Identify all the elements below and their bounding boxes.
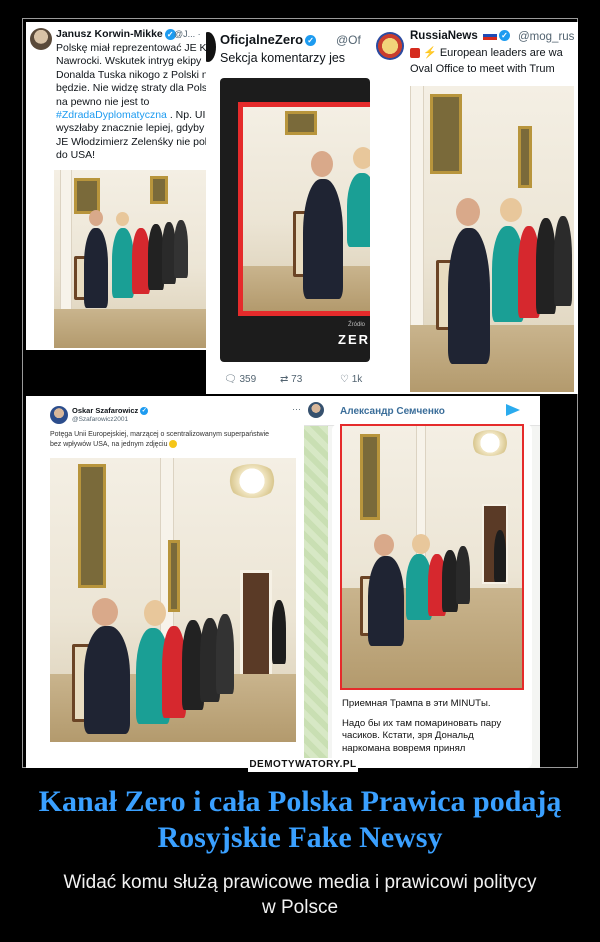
source-label: Źródło bbox=[348, 322, 366, 328]
verified-icon: ✓ bbox=[305, 35, 317, 47]
tweet-handle: @J... · bbox=[174, 29, 201, 39]
chat-background bbox=[304, 396, 328, 768]
emoji-icon bbox=[169, 440, 178, 449]
tweet-username[interactable]: OficjalneZero ✓ bbox=[220, 32, 317, 47]
video-player[interactable]: Źródło ZER bbox=[220, 78, 370, 362]
page-title: Kanał Zero i cała Polska Prawica podają … bbox=[38, 785, 562, 854]
tweet-text: Polskę miał reprezentować JE Ka Nawrocki… bbox=[56, 42, 206, 162]
alert-icon bbox=[410, 48, 420, 59]
channel-logo: ZER bbox=[338, 332, 370, 347]
hashtag-link[interactable]: #ZdradaDyplomatyczna bbox=[56, 109, 167, 121]
avatar bbox=[50, 406, 68, 424]
tweet-username[interactable]: RussiaNews ✓ bbox=[410, 30, 510, 42]
retweet-count[interactable]: ⇄ 73 bbox=[280, 374, 302, 385]
tweet-text: Sekcja komentarzy jes bbox=[220, 51, 346, 65]
telegram-post: Александр Семченко Приемная Трампа в эти… bbox=[304, 396, 540, 768]
tweet-text-line1: ⚡ European leaders are wa bbox=[410, 46, 563, 61]
like-count[interactable]: ♡ 1k bbox=[340, 374, 362, 385]
avatar bbox=[30, 28, 52, 50]
tweet-handle: @mog_rus bbox=[518, 31, 575, 43]
tweet-photo[interactable] bbox=[50, 458, 296, 742]
flag-icon bbox=[482, 31, 497, 41]
tweet-photo[interactable] bbox=[54, 170, 206, 348]
tweet-handle: @Of bbox=[336, 33, 361, 47]
verified-icon: ✓ bbox=[498, 30, 510, 42]
lightning-icon: ⚡ bbox=[423, 47, 437, 59]
chandelier bbox=[226, 464, 278, 498]
more-options-icon[interactable]: ··· bbox=[292, 404, 301, 414]
message-text: Приемная Трампа в эти MINUTы. Надо бы их… bbox=[342, 698, 502, 754]
heart-icon: ♡ bbox=[340, 374, 349, 385]
channel-name[interactable]: Александр Семченко bbox=[340, 406, 445, 417]
tweet-szafarowicz: Oskar Szafarowicz ✓ @Szafarowicz2001 ··· … bbox=[26, 396, 304, 768]
doorway bbox=[240, 570, 272, 680]
verified-icon: ✓ bbox=[140, 407, 149, 416]
tweet-text: Potęga Unii Europejskiej, marzącej o sce… bbox=[50, 431, 270, 449]
video-still bbox=[243, 107, 370, 311]
reply-icon: 🗨 bbox=[224, 374, 237, 385]
site-watermark: DEMOTYWATORY.PL bbox=[248, 758, 358, 772]
avatar bbox=[376, 32, 404, 60]
tweet-username[interactable]: Oskar Szafarowicz ✓ bbox=[72, 406, 149, 416]
avatar bbox=[206, 32, 216, 62]
tweet-russianews: RussiaNews ✓ @mog_rus ⚡ European leaders… bbox=[370, 22, 578, 394]
tweet-oficjalnezero: OficjalneZero ✓ @Of Sekcja komentarzy jes… bbox=[206, 22, 370, 394]
chandelier bbox=[470, 430, 510, 456]
message-photo[interactable] bbox=[342, 426, 522, 688]
tweet-text-line2: Oval Office to meet with Trum bbox=[410, 63, 555, 75]
retweet-icon: ⇄ bbox=[280, 374, 289, 385]
page-subtitle: Widać komu służą prawicowe media i prawi… bbox=[63, 872, 537, 918]
tweet-username[interactable]: Janusz Korwin-Mikke ✓ bbox=[56, 28, 176, 40]
tweet-korwin: Janusz Korwin-Mikke ✓ @J... · Polskę miał… bbox=[26, 22, 206, 350]
tweet-handle: @Szafarowicz2001 bbox=[72, 416, 129, 423]
tweet-photo[interactable] bbox=[410, 86, 574, 392]
reply-count[interactable]: 🗨 359 bbox=[224, 374, 256, 385]
avatar bbox=[308, 402, 324, 418]
telegram-icon[interactable] bbox=[506, 404, 520, 416]
